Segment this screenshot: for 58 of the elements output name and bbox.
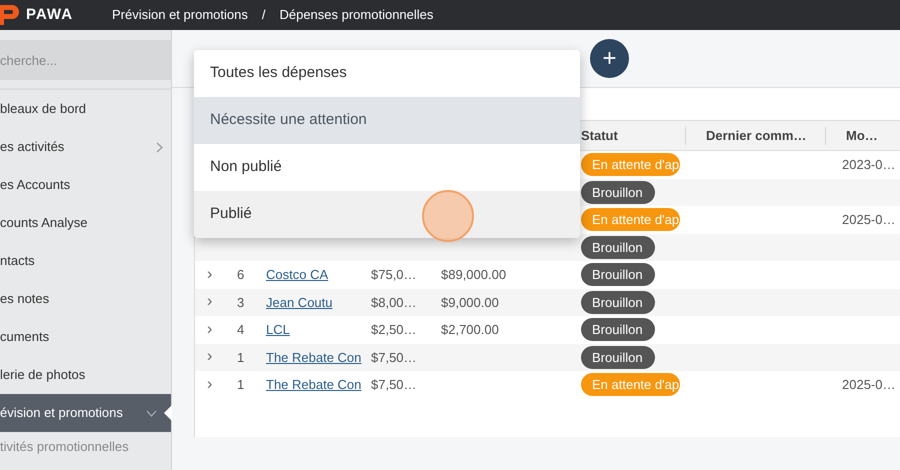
table-cell: $89,000.00	[441, 267, 506, 282]
column-header[interactable]: Mo…	[846, 126, 878, 146]
chevron-right-icon	[156, 142, 163, 152]
customer-link[interactable]: The Rebate Con	[266, 377, 362, 392]
breadcrumb-link[interactable]: Prévision et promotions	[112, 5, 248, 25]
status-badge: Brouillon	[581, 180, 655, 204]
sidebar-item[interactable]: évision et promotions	[0, 394, 171, 432]
table-cell: $7,50…	[371, 350, 417, 364]
sidebar-item[interactable]: ntacts	[0, 242, 171, 280]
chevron-down-icon	[146, 410, 157, 416]
table-cell: $2,50…	[371, 322, 417, 337]
expand-icon[interactable]: ›	[207, 348, 212, 366]
table-cell: 1	[237, 350, 244, 364]
table-cell: $75,0…	[371, 267, 417, 282]
column-header[interactable]: Dernier comm…	[706, 126, 806, 146]
table-cell: 4	[237, 322, 244, 337]
expand-icon[interactable]: ›	[207, 293, 212, 310]
expand-icon[interactable]: ›	[207, 266, 212, 283]
sidebar-item[interactable]: es activités	[0, 128, 171, 166]
add-button[interactable]: +	[590, 39, 629, 78]
table-cell: $8,00…	[371, 294, 417, 310]
filter-option[interactable]: Nécessite une attention	[194, 97, 580, 144]
table-cell: 2023-0…	[842, 157, 896, 172]
table-cell: 1	[237, 377, 244, 392]
sidebar-item[interactable]: lerie de photos	[0, 356, 171, 394]
table-cell: 6	[237, 267, 244, 282]
sidebar-item[interactable]: es notes	[0, 280, 171, 318]
sidebar-item[interactable]: cuments	[0, 318, 171, 356]
table-cell: $9,000.00	[441, 294, 499, 310]
status-badge: Brouillon	[581, 318, 655, 342]
status-badge: Brouillon	[581, 236, 655, 259]
table-cell: 2025-0…	[842, 212, 896, 227]
expand-icon[interactable]: ›	[207, 320, 212, 338]
filter-option[interactable]: Toutes les dépenses	[194, 50, 580, 97]
customer-link[interactable]: Jean Coutu	[266, 294, 332, 310]
table-cell: 2025-0…	[842, 377, 896, 392]
breadcrumb-separator: /	[262, 6, 266, 24]
sidebar-item[interactable]: bleaux de bord	[0, 90, 171, 128]
column-header[interactable]: Statut	[581, 126, 618, 146]
filter-option[interactable]: Non publié	[194, 144, 580, 191]
status-badge: Brouillon	[581, 290, 655, 314]
logo-text: PAWA	[26, 4, 74, 25]
status-badge: Brouillon	[581, 263, 655, 286]
expand-icon[interactable]: ›	[207, 376, 212, 393]
breadcrumb-link[interactable]: Dépenses promotionnelles	[279, 5, 434, 25]
customer-link[interactable]: Costco CA	[266, 267, 328, 282]
status-badge: En attente d'ap	[581, 208, 680, 232]
search-field[interactable]: cherche...	[0, 40, 171, 80]
table-cell: $7,50…	[371, 377, 417, 392]
status-badge: En attente d'ap	[581, 153, 680, 176]
status-badge: Brouillon	[581, 346, 655, 369]
table-cell: 3	[237, 294, 244, 310]
customer-link[interactable]: The Rebate Con	[266, 350, 362, 364]
customer-link[interactable]: LCL	[266, 322, 290, 337]
sidebar-item[interactable]: counts Analyse	[0, 204, 171, 242]
sidebar-item[interactable]: es Accounts	[0, 166, 171, 204]
table-cell: $2,700.00	[441, 322, 499, 337]
status-badge: En attente d'ap	[581, 373, 680, 396]
